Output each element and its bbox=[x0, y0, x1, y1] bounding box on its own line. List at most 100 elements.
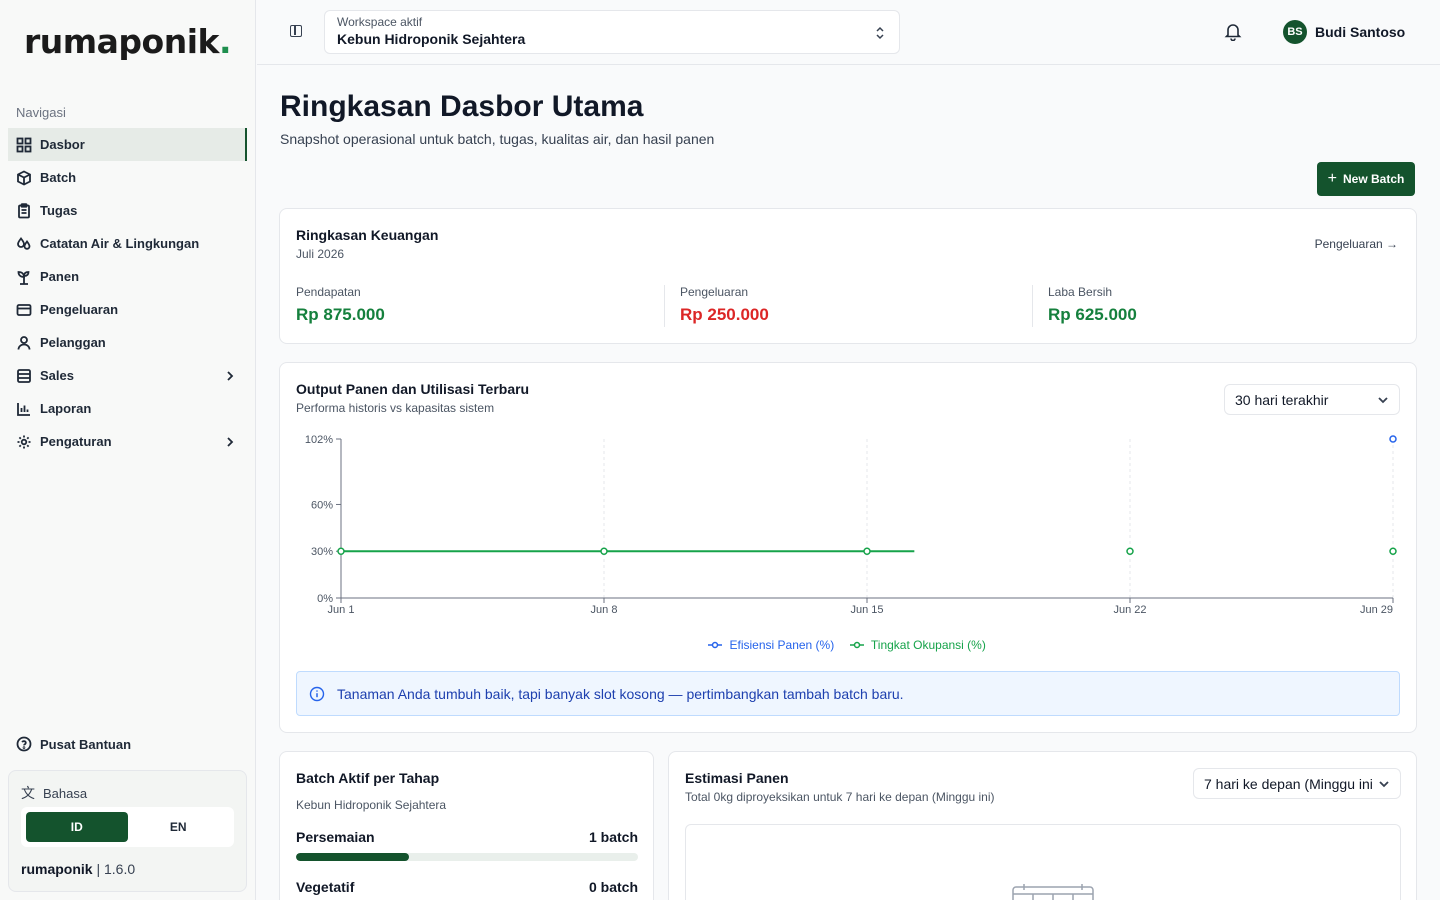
sidebar: rumaponik. Navigasi Dasbor Batch Tugas C… bbox=[0, 0, 256, 900]
occupancy-point bbox=[1389, 547, 1397, 555]
sidebar-item-label: Sales bbox=[40, 368, 74, 383]
language-option-en[interactable]: EN bbox=[128, 812, 230, 842]
calendar-icon bbox=[1012, 884, 1094, 900]
brand-logo[interactable]: rumaponik. bbox=[24, 22, 232, 61]
stage-name: Vegetatif bbox=[296, 879, 355, 895]
chevron-updown-icon bbox=[876, 26, 884, 40]
bell-icon[interactable] bbox=[1223, 21, 1243, 41]
sidebar-item-panen[interactable]: Panen bbox=[8, 260, 247, 293]
sidebar-item-pengaturan[interactable]: Pengaturan bbox=[8, 425, 247, 458]
legend-marker-icon bbox=[708, 641, 723, 649]
expense-stat: Pengeluaran Rp 250.000 bbox=[680, 285, 769, 327]
chart-legend: Efisiensi Panen (%) Tingkat Okupansi (%) bbox=[280, 638, 1418, 652]
sidebar-item-label: Panen bbox=[40, 269, 80, 284]
sidebar-item-label: Catatan Air & Lingkungan bbox=[40, 236, 200, 251]
stage-name: Persemaian bbox=[296, 829, 375, 845]
legend-occupancy[interactable]: Tingkat Okupansi (%) bbox=[849, 638, 990, 652]
workspace-selector[interactable]: Workspace aktif Kebun Hidroponik Sejahte… bbox=[324, 10, 900, 54]
help-circle-icon bbox=[16, 736, 32, 752]
profit-label: Laba Bersih bbox=[1048, 285, 1113, 299]
divider bbox=[1032, 285, 1033, 327]
page-subtitle: Snapshot operasional untuk batch, tugas,… bbox=[280, 131, 715, 147]
sidebar-item-tugas[interactable]: Tugas bbox=[8, 194, 247, 227]
occupancy-point bbox=[337, 547, 345, 555]
sidebar-item-batch[interactable]: Batch bbox=[8, 161, 247, 194]
revenue-stat: Pendapatan Rp 875.000 bbox=[296, 285, 385, 327]
workspace-label: Workspace aktif bbox=[337, 15, 423, 29]
chevron-right-icon bbox=[227, 436, 234, 447]
sidebar-item-label: Pengaturan bbox=[40, 434, 112, 449]
sidebar-nav: Dasbor Batch Tugas Catatan Air & Lingkun… bbox=[8, 128, 247, 458]
x-tick-label: Jun 8 bbox=[591, 604, 618, 616]
gear-icon bbox=[17, 435, 31, 448]
credit-card-icon bbox=[16, 303, 32, 316]
occupancy-point bbox=[1126, 547, 1134, 555]
legend-efficiency[interactable]: Efisiensi Panen (%) bbox=[708, 638, 841, 652]
box-icon bbox=[17, 169, 31, 186]
clipboard-icon bbox=[18, 202, 30, 218]
y-tick-label: 30% bbox=[311, 546, 333, 558]
sidebar-item-dasbor[interactable]: Dasbor bbox=[8, 128, 247, 161]
efficiency-point bbox=[1389, 435, 1397, 443]
stage-vegetatif: Vegetatif 0 batch bbox=[296, 879, 638, 895]
sidebar-item-pengeluaran[interactable]: Pengeluaran bbox=[8, 293, 247, 326]
language-option-id[interactable]: ID bbox=[26, 812, 128, 842]
sidebar-item-pelanggan[interactable]: Pelanggan bbox=[8, 326, 247, 359]
info-icon bbox=[309, 686, 325, 701]
stage-persemaian: Persemaian 1 batch bbox=[296, 829, 638, 861]
sidebar-item-catatan-air[interactable]: Catatan Air & Lingkungan bbox=[8, 227, 247, 260]
revenue-label: Pendapatan bbox=[296, 285, 361, 299]
profit-value: Rp 625.000 bbox=[1048, 305, 1137, 324]
new-batch-button[interactable]: + New Batch bbox=[1317, 162, 1415, 196]
sidebar-item-label: Dasbor bbox=[40, 137, 85, 152]
page-title: Ringkasan Dasbor Utama bbox=[280, 90, 644, 123]
y-tick-label: 0% bbox=[317, 593, 333, 605]
sidebar-item-label: Pelanggan bbox=[40, 335, 106, 350]
active-batch-card: Batch Aktif per Tahap Kebun Hidroponik S… bbox=[279, 751, 654, 900]
expense-link[interactable]: Pengeluaran → bbox=[1315, 237, 1398, 251]
bar-chart-icon bbox=[17, 402, 30, 416]
profit-stat: Laba Bersih Rp 625.000 bbox=[1048, 285, 1137, 327]
alert-text: Tanaman Anda tumbuh baik, tapi banyak sl… bbox=[337, 685, 904, 702]
estimate-range-select[interactable]: 7 hari ke depan (Minggu ini) bbox=[1193, 768, 1401, 799]
revenue-value: Rp 875.000 bbox=[296, 305, 385, 324]
sidebar-toggle-icon[interactable] bbox=[290, 25, 302, 37]
sidebar-item-label: Tugas bbox=[40, 203, 78, 218]
occupancy-point bbox=[600, 547, 608, 555]
y-tick-label: 102% bbox=[305, 434, 333, 446]
harvest-output-card: Output Panen dan Utilisasi Terbaru Perfo… bbox=[279, 362, 1417, 733]
topbar: Workspace aktif Kebun Hidroponik Sejahte… bbox=[257, 0, 1440, 65]
estimate-empty-state bbox=[685, 824, 1401, 900]
expense-value: Rp 250.000 bbox=[680, 305, 769, 324]
stage-count: 0 batch bbox=[588, 879, 638, 895]
sidebar-item-label: Pengeluaran bbox=[40, 302, 119, 317]
y-tick-label: 60% bbox=[311, 499, 333, 511]
x-tick-label: Jun 1 bbox=[328, 604, 355, 616]
sidebar-item-laporan[interactable]: Laporan bbox=[8, 392, 247, 425]
chevron-right-icon bbox=[227, 370, 234, 381]
sprout-icon bbox=[17, 270, 30, 285]
stage-count: 1 batch bbox=[588, 829, 638, 845]
user-name[interactable]: Budi Santoso bbox=[1315, 24, 1405, 40]
info-alert: Tanaman Anda tumbuh baik, tapi banyak sl… bbox=[296, 671, 1400, 716]
harvest-line-chart: Jun 1 Jun 8 Jun 15 Jun 22 Jun 29 0% 30% 60% 102% bbox=[305, 434, 1397, 616]
language-title: 文 Bahasa bbox=[21, 785, 88, 801]
user-icon bbox=[17, 335, 31, 350]
database-icon bbox=[17, 368, 31, 383]
x-tick-label: Jun 29 bbox=[1360, 604, 1393, 616]
app-version: rumaponik | 1.6.0 bbox=[21, 861, 136, 877]
finance-period: Juli 2026 bbox=[296, 247, 345, 261]
stage-progress-fill bbox=[296, 853, 409, 861]
language-panel: 文 Bahasa ID EN rumaponik | 1.6.0 bbox=[8, 770, 247, 892]
x-tick-label: Jun 22 bbox=[1113, 604, 1146, 616]
occupancy-point bbox=[863, 547, 871, 555]
batch-card-subtitle: Kebun Hidroponik Sejahtera bbox=[296, 798, 447, 812]
avatar[interactable]: BS bbox=[1283, 20, 1307, 44]
nav-section-title: Navigasi bbox=[16, 105, 66, 120]
help-center-label: Pusat Bantuan bbox=[40, 736, 132, 752]
finance-title: Ringkasan Keuangan bbox=[296, 227, 439, 243]
sidebar-item-sales[interactable]: Sales bbox=[8, 359, 247, 392]
help-center-link[interactable]: Pusat Bantuan bbox=[16, 736, 131, 752]
x-tick-label: Jun 15 bbox=[850, 604, 883, 616]
stage-progress-bar bbox=[296, 853, 638, 861]
